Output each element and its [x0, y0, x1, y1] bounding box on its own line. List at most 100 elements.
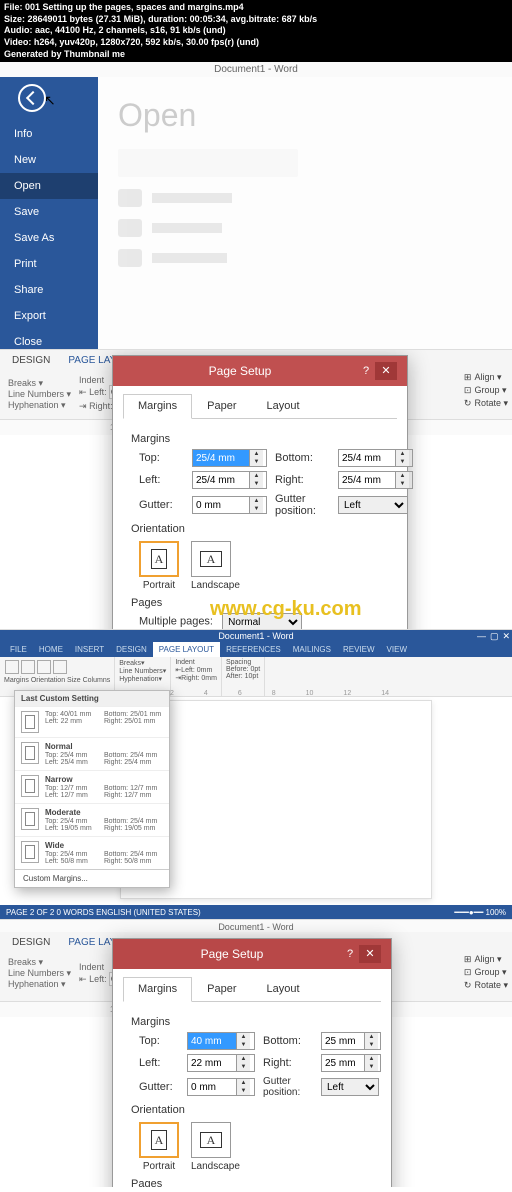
- close-icon[interactable]: ✕: [502, 631, 510, 642]
- tab-layout[interactable]: Layout: [251, 977, 314, 1001]
- bottom-input[interactable]: [339, 450, 395, 466]
- cursor-icon: ↖: [44, 92, 56, 109]
- margin-preset-moderate[interactable]: ModerateTop: 25/4 mmBottom: 25/4 mmLeft:…: [15, 803, 169, 836]
- onedrive-row[interactable]: [118, 189, 492, 207]
- recent-documents[interactable]: [118, 149, 298, 177]
- align-button[interactable]: ⊞ Align ▾: [464, 372, 508, 383]
- top-spinner[interactable]: ▲▼: [192, 449, 267, 467]
- dialog-titlebar[interactable]: Page Setup ? ✕: [113, 939, 391, 969]
- tab-design[interactable]: DESIGN: [110, 642, 153, 657]
- breaks-button[interactable]: Breaks ▾: [8, 378, 71, 389]
- top-input[interactable]: [188, 1033, 236, 1049]
- gutter-pos-select[interactable]: Left: [338, 496, 408, 514]
- portrait-button[interactable]: A: [139, 1122, 179, 1158]
- line-numbers-button[interactable]: Line Numbers ▾: [8, 968, 71, 979]
- close-button[interactable]: ✕: [359, 945, 381, 963]
- zoom-controls[interactable]: ━━━●━━ 100%: [454, 908, 506, 917]
- gutter-input[interactable]: [193, 497, 249, 513]
- landscape-button[interactable]: A: [191, 541, 231, 577]
- left-spinner[interactable]: ▲▼: [192, 471, 267, 489]
- gutter-spinner[interactable]: ▲▼: [192, 496, 267, 514]
- group-button[interactable]: ⊡ Group ▾: [464, 967, 508, 978]
- page-setup-dialog: Page Setup ? ✕ Margins Paper Layout Marg…: [112, 355, 408, 629]
- landscape-button[interactable]: A: [191, 1122, 231, 1158]
- help-button[interactable]: ?: [357, 365, 375, 377]
- custom-margins-item[interactable]: Custom Margins...: [15, 869, 169, 887]
- sidebar-open[interactable]: Open: [0, 173, 98, 199]
- rotate-button[interactable]: ↻ Rotate ▾: [464, 980, 508, 991]
- left-label: Left:: [139, 474, 184, 486]
- window-titlebar: Document1 - Word — ▢ ✕: [0, 630, 512, 642]
- size-icon[interactable]: [37, 660, 51, 674]
- tab-layout[interactable]: Layout: [251, 394, 314, 418]
- dialog-titlebar[interactable]: Page Setup ? ✕: [113, 356, 407, 386]
- tab-margins[interactable]: Margins: [123, 977, 192, 1002]
- sidebar-save[interactable]: Save: [0, 199, 98, 225]
- page-setup-panel-1: DESIGN PAGE LAYOUT REFERENCES MAILINGS R…: [0, 349, 512, 629]
- margin-preset-narrow[interactable]: NarrowTop: 12/7 mmBottom: 12/7 mmLeft: 1…: [15, 770, 169, 803]
- tab-home[interactable]: HOME: [33, 642, 69, 657]
- cloud-icon: [118, 189, 142, 207]
- tab-view[interactable]: VIEW: [381, 642, 413, 657]
- tab-design[interactable]: DESIGN: [4, 934, 58, 951]
- open-content: Open: [98, 77, 512, 349]
- top-input[interactable]: [193, 450, 249, 466]
- margin-preset-wide[interactable]: WideTop: 25/4 mmBottom: 25/4 mmLeft: 50/…: [15, 836, 169, 869]
- tab-paper[interactable]: Paper: [192, 977, 251, 1001]
- left-input[interactable]: [193, 472, 249, 488]
- sidebar-print[interactable]: Print: [0, 251, 98, 277]
- bottom-label: Bottom:: [275, 452, 330, 464]
- hyphenation-button[interactable]: Hyphenation ▾: [8, 979, 71, 990]
- left-spinner[interactable]: ▲▼: [187, 1054, 255, 1072]
- help-button[interactable]: ?: [341, 948, 359, 960]
- portrait-button[interactable]: A: [139, 541, 179, 577]
- page-setup-dialog: Page Setup ? ✕ Margins Paper Layout Marg…: [112, 938, 392, 1187]
- window-title: Document1 - Word: [0, 62, 512, 77]
- tab-review[interactable]: REVIEW: [337, 642, 381, 657]
- line-numbers-button[interactable]: Line Numbers ▾: [8, 389, 71, 400]
- margins-dropdown: Last Custom Setting Top: 40/01 mmBottom:…: [14, 690, 170, 888]
- sidebar-save-as[interactable]: Save As: [0, 225, 98, 251]
- tab-mailings[interactable]: MAILINGS: [287, 642, 337, 657]
- right-input[interactable]: [322, 1055, 364, 1071]
- tab-insert[interactable]: INSERT: [69, 642, 110, 657]
- restore-icon[interactable]: ▢: [490, 631, 499, 642]
- columns-icon[interactable]: [53, 660, 67, 674]
- close-button[interactable]: ✕: [375, 362, 397, 380]
- margin-preset-last[interactable]: Top: 40/01 mmBottom: 25/01 mmLeft: 22 mm…: [15, 706, 169, 737]
- tab-file[interactable]: FILE: [4, 642, 33, 657]
- sidebar-export[interactable]: Export: [0, 303, 98, 329]
- right-spinner[interactable]: ▲▼: [338, 471, 413, 489]
- indent-right-label: ⇥ Right:: [79, 401, 113, 411]
- align-button[interactable]: ⊞ Align ▾: [464, 954, 508, 965]
- margin-preset-normal[interactable]: NormalTop: 25/4 mmBottom: 25/4 mmLeft: 2…: [15, 737, 169, 770]
- sidebar-share[interactable]: Share: [0, 277, 98, 303]
- tab-page-layout[interactable]: PAGE LAYOUT: [153, 642, 220, 657]
- computer-row[interactable]: [118, 219, 492, 237]
- sidebar-new[interactable]: New: [0, 147, 98, 173]
- bottom-spinner[interactable]: ▲▼: [338, 449, 413, 467]
- gutter-pos-select[interactable]: Left: [321, 1078, 379, 1096]
- hyphenation-button[interactable]: Hyphenation ▾: [8, 400, 71, 411]
- right-spinner[interactable]: ▲▼: [321, 1054, 381, 1072]
- add-place-row[interactable]: [118, 249, 492, 267]
- right-input[interactable]: [339, 472, 395, 488]
- left-input[interactable]: [188, 1055, 236, 1071]
- breaks-button[interactable]: Breaks ▾: [8, 957, 71, 968]
- minimize-icon[interactable]: —: [477, 631, 486, 642]
- gutter-input[interactable]: [188, 1079, 236, 1095]
- top-spinner[interactable]: ▲▼: [187, 1032, 255, 1050]
- bottom-spinner[interactable]: ▲▼: [321, 1032, 381, 1050]
- bottom-input[interactable]: [322, 1033, 364, 1049]
- rotate-button[interactable]: ↻ Rotate ▾: [464, 398, 508, 409]
- margins-icon[interactable]: [5, 660, 19, 674]
- group-button[interactable]: ⊡ Group ▾: [464, 385, 508, 396]
- tab-paper[interactable]: Paper: [192, 394, 251, 418]
- orientation-section: Orientation: [131, 1104, 373, 1116]
- tab-references[interactable]: REFERENCES: [220, 642, 287, 657]
- gutter-spinner[interactable]: ▲▼: [187, 1078, 255, 1096]
- sidebar-info[interactable]: Info: [0, 121, 98, 147]
- orientation-icon[interactable]: [21, 660, 35, 674]
- tab-design[interactable]: DESIGN: [4, 352, 58, 369]
- tab-margins[interactable]: Margins: [123, 394, 192, 419]
